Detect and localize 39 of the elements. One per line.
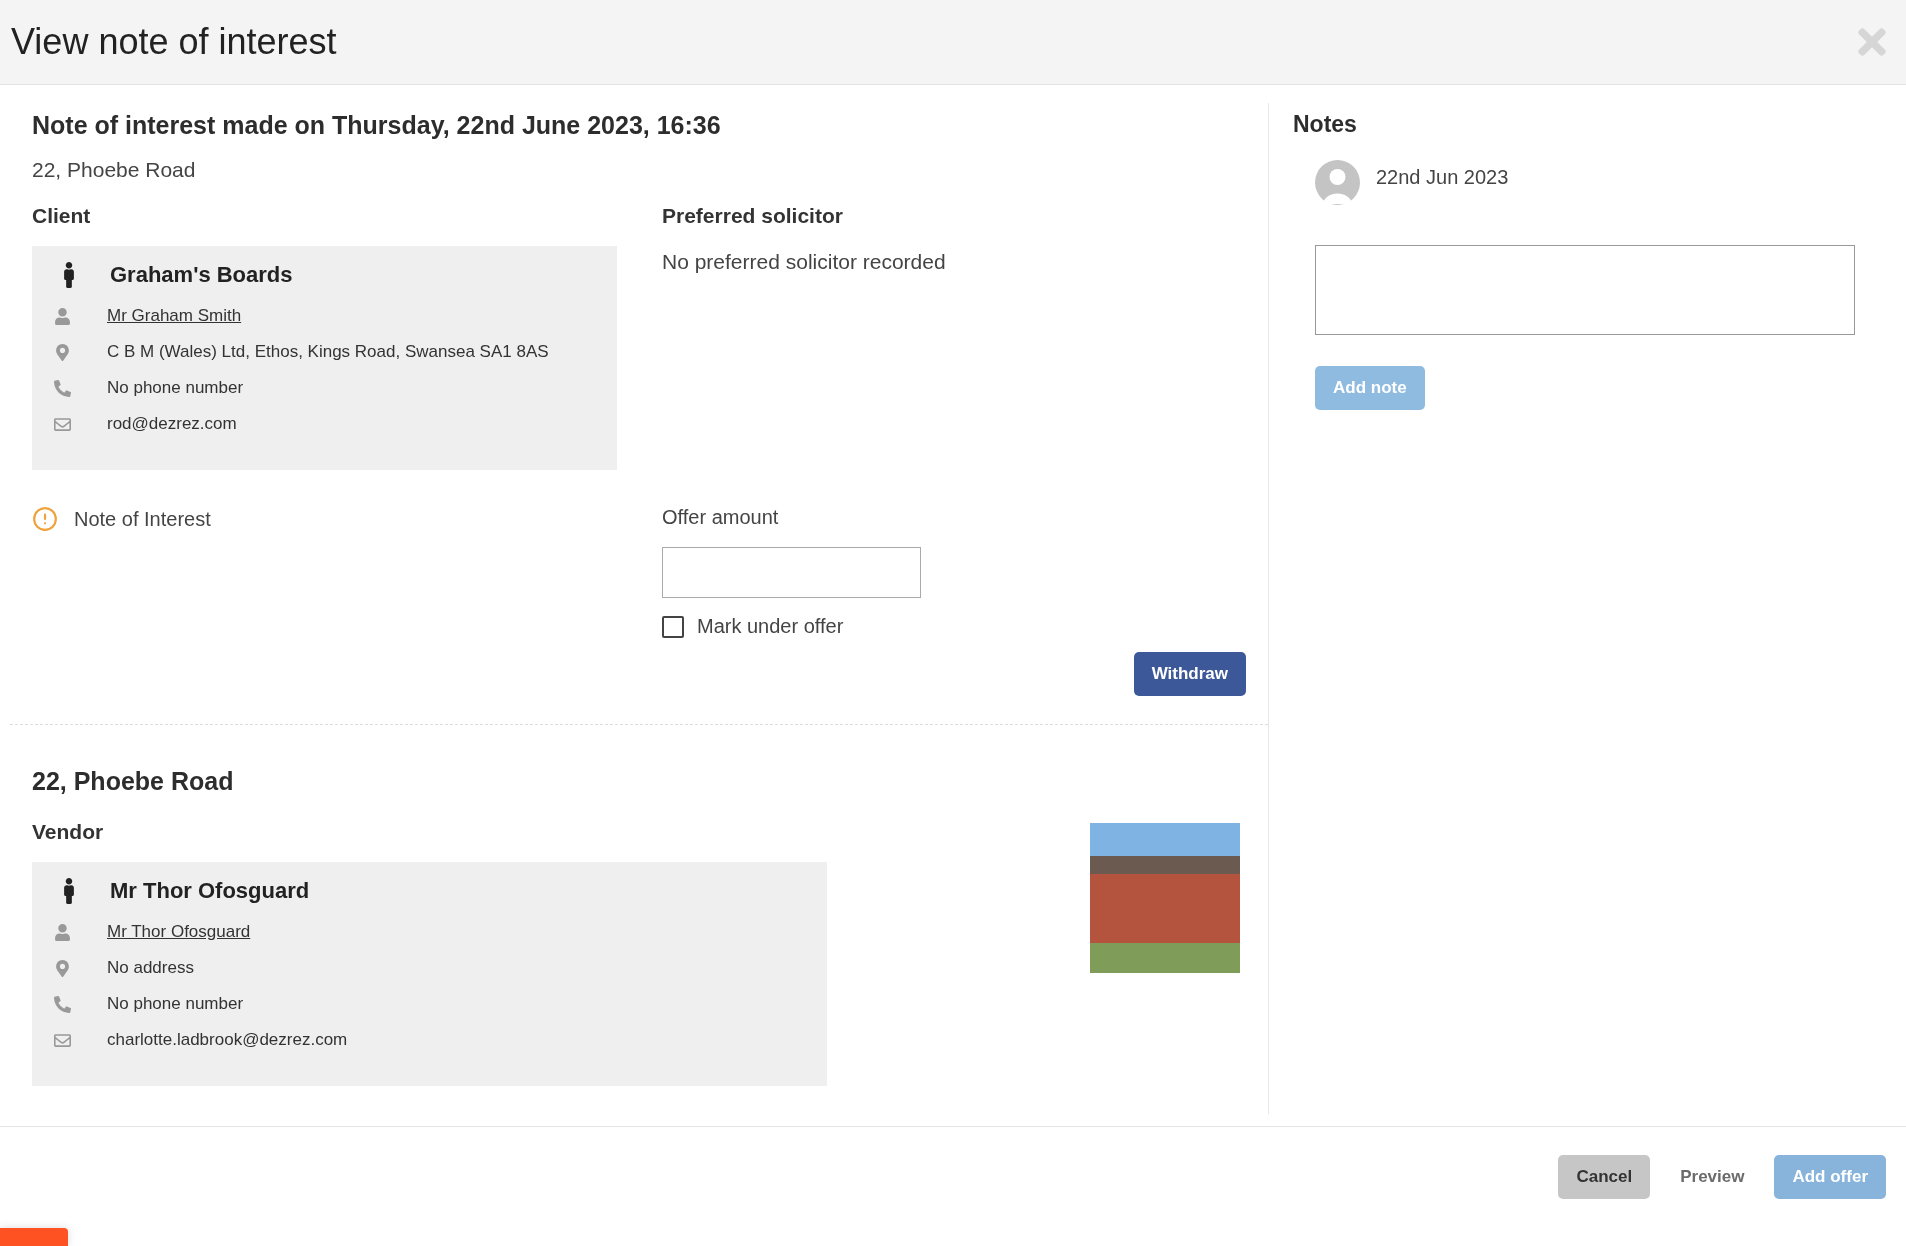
contact-detail: rod@dezrez.com [107,414,237,435]
person-icon [54,923,71,941]
contact-name: Mr Thor Ofosguard [110,878,310,905]
preview-button[interactable]: Preview [1680,1155,1745,1200]
note-date: 22nd Jun 2023 [1376,166,1509,190]
map-pin-icon [54,959,71,977]
offer-label: Offer amount [662,506,780,530]
envelope-icon [54,415,71,433]
contact-detail: No address [107,958,194,979]
note-heading: Note of interest made on Thursday, 22nd June 2023, 16:36 [32,110,722,141]
avatar-icon [1315,160,1360,206]
vendor-label: Vendor [32,820,105,845]
property-title: 22, Phoebe Road [32,766,235,797]
checkbox[interactable] [662,615,684,638]
dialog-title: View note of interest [11,21,337,64]
map-pin-icon [54,343,71,361]
cancel-button[interactable]: Cancel [1558,1155,1651,1200]
person-icon [54,307,71,325]
contact-link[interactable]: Mr Graham Smith [107,306,242,327]
note-input-field[interactable] [1315,245,1855,336]
solicitor-label: Preferred solicitor [662,204,844,229]
contact-detail: C B M (Wales) Ltd, Ethos, Kings Road, Swansea SA1 8AS [107,342,549,363]
contact-detail: No phone number [107,378,244,399]
phone-icon [54,379,71,397]
notes-title: Notes [1293,110,1358,139]
contact-link[interactable]: Mr Thor Ofosguard [107,922,251,943]
envelope-icon [54,1031,71,1049]
checkbox-label: Mark under offer [697,615,844,639]
contact-detail: No phone number [107,994,244,1015]
offer-amount-field[interactable] [662,547,921,599]
phone-icon [54,995,71,1013]
status-label: Note of Interest [74,507,211,531]
property-address: 22, Phoebe Road [32,158,197,183]
client-label: Client [32,204,92,229]
alert-icon [32,506,58,533]
contact-detail: charlotte.ladbrook@dezrez.com [107,1030,348,1051]
contact-name: Graham's Boards [110,262,293,289]
withdraw-button[interactable]: Withdraw [1133,652,1246,697]
solicitor-text: No preferred solicitor recorded [662,250,947,275]
